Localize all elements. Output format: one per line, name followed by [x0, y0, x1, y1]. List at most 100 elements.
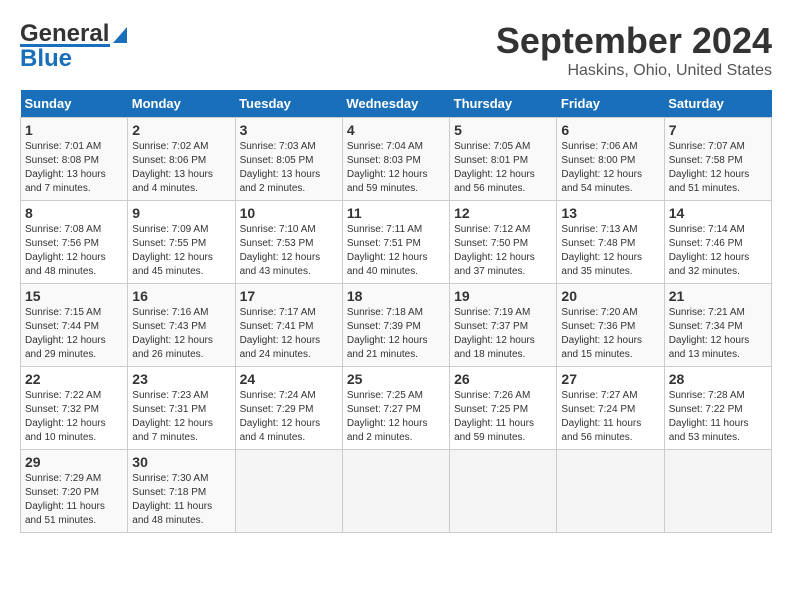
- calendar-table: SundayMondayTuesdayWednesdayThursdayFrid…: [20, 90, 772, 533]
- week-row-3: 15 Sunrise: 7:15 AM Sunset: 7:44 PM Dayl…: [21, 284, 772, 367]
- day-cell-21: 21 Sunrise: 7:21 AM Sunset: 7:34 PM Dayl…: [664, 284, 771, 367]
- day-cell-16: 16 Sunrise: 7:16 AM Sunset: 7:43 PM Dayl…: [128, 284, 235, 367]
- day-detail: Sunrise: 7:28 AM Sunset: 7:22 PM Dayligh…: [669, 389, 767, 445]
- day-detail: Sunrise: 7:07 AM Sunset: 7:58 PM Dayligh…: [669, 140, 767, 196]
- day-number: 24: [240, 371, 338, 387]
- day-number: 6: [561, 122, 659, 138]
- day-cell-17: 17 Sunrise: 7:17 AM Sunset: 7:41 PM Dayl…: [235, 284, 342, 367]
- day-cell-29: 29 Sunrise: 7:29 AM Sunset: 7:20 PM Dayl…: [21, 450, 128, 533]
- day-detail: Sunrise: 7:02 AM Sunset: 8:06 PM Dayligh…: [132, 140, 230, 196]
- day-detail: Sunrise: 7:29 AM Sunset: 7:20 PM Dayligh…: [25, 472, 123, 528]
- day-number: 22: [25, 371, 123, 387]
- day-detail: Sunrise: 7:19 AM Sunset: 7:37 PM Dayligh…: [454, 306, 552, 362]
- day-detail: Sunrise: 7:09 AM Sunset: 7:55 PM Dayligh…: [132, 223, 230, 279]
- day-detail: Sunrise: 7:13 AM Sunset: 7:48 PM Dayligh…: [561, 223, 659, 279]
- day-detail: Sunrise: 7:26 AM Sunset: 7:25 PM Dayligh…: [454, 389, 552, 445]
- day-cell-23: 23 Sunrise: 7:23 AM Sunset: 7:31 PM Dayl…: [128, 367, 235, 450]
- day-number: 7: [669, 122, 767, 138]
- day-number: 3: [240, 122, 338, 138]
- day-cell-10: 10 Sunrise: 7:10 AM Sunset: 7:53 PM Dayl…: [235, 201, 342, 284]
- page-header: General Blue September 2024 Haskins, Ohi…: [20, 20, 772, 80]
- day-cell-1: 1 Sunrise: 7:01 AM Sunset: 8:08 PM Dayli…: [21, 118, 128, 201]
- day-cell-13: 13 Sunrise: 7:13 AM Sunset: 7:48 PM Dayl…: [557, 201, 664, 284]
- day-number: 2: [132, 122, 230, 138]
- day-number: 5: [454, 122, 552, 138]
- day-number: 11: [347, 205, 445, 221]
- day-cell-8: 8 Sunrise: 7:08 AM Sunset: 7:56 PM Dayli…: [21, 201, 128, 284]
- day-number: 23: [132, 371, 230, 387]
- week-row-4: 22 Sunrise: 7:22 AM Sunset: 7:32 PM Dayl…: [21, 367, 772, 450]
- weekday-header-row: SundayMondayTuesdayWednesdayThursdayFrid…: [21, 90, 772, 118]
- day-detail: Sunrise: 7:30 AM Sunset: 7:18 PM Dayligh…: [132, 472, 230, 528]
- day-detail: Sunrise: 7:01 AM Sunset: 8:08 PM Dayligh…: [25, 140, 123, 196]
- weekday-header-monday: Monday: [128, 90, 235, 118]
- day-number: 20: [561, 288, 659, 304]
- day-cell-25: 25 Sunrise: 7:25 AM Sunset: 7:27 PM Dayl…: [342, 367, 449, 450]
- day-number: 26: [454, 371, 552, 387]
- title-section: September 2024 Haskins, Ohio, United Sta…: [496, 20, 772, 80]
- week-row-2: 8 Sunrise: 7:08 AM Sunset: 7:56 PM Dayli…: [21, 201, 772, 284]
- day-cell-14: 14 Sunrise: 7:14 AM Sunset: 7:46 PM Dayl…: [664, 201, 771, 284]
- logo-text-blue: Blue: [20, 45, 72, 73]
- day-number: 21: [669, 288, 767, 304]
- logo-triangle-icon: [109, 23, 131, 45]
- weekday-header-friday: Friday: [557, 90, 664, 118]
- day-detail: Sunrise: 7:11 AM Sunset: 7:51 PM Dayligh…: [347, 223, 445, 279]
- day-cell-26: 26 Sunrise: 7:26 AM Sunset: 7:25 PM Dayl…: [450, 367, 557, 450]
- weekday-header-tuesday: Tuesday: [235, 90, 342, 118]
- day-number: 14: [669, 205, 767, 221]
- weekday-header-sunday: Sunday: [21, 90, 128, 118]
- day-number: 9: [132, 205, 230, 221]
- day-cell-5: 5 Sunrise: 7:05 AM Sunset: 8:01 PM Dayli…: [450, 118, 557, 201]
- day-detail: Sunrise: 7:15 AM Sunset: 7:44 PM Dayligh…: [25, 306, 123, 362]
- day-cell-28: 28 Sunrise: 7:28 AM Sunset: 7:22 PM Dayl…: [664, 367, 771, 450]
- day-number: 8: [25, 205, 123, 221]
- weekday-header-saturday: Saturday: [664, 90, 771, 118]
- empty-cell: [557, 450, 664, 533]
- day-cell-20: 20 Sunrise: 7:20 AM Sunset: 7:36 PM Dayl…: [557, 284, 664, 367]
- day-cell-4: 4 Sunrise: 7:04 AM Sunset: 8:03 PM Dayli…: [342, 118, 449, 201]
- empty-cell: [235, 450, 342, 533]
- day-number: 15: [25, 288, 123, 304]
- day-number: 29: [25, 454, 123, 470]
- day-number: 4: [347, 122, 445, 138]
- day-cell-9: 9 Sunrise: 7:09 AM Sunset: 7:55 PM Dayli…: [128, 201, 235, 284]
- day-detail: Sunrise: 7:08 AM Sunset: 7:56 PM Dayligh…: [25, 223, 123, 279]
- day-number: 17: [240, 288, 338, 304]
- day-number: 1: [25, 122, 123, 138]
- day-detail: Sunrise: 7:05 AM Sunset: 8:01 PM Dayligh…: [454, 140, 552, 196]
- day-cell-27: 27 Sunrise: 7:27 AM Sunset: 7:24 PM Dayl…: [557, 367, 664, 450]
- day-detail: Sunrise: 7:23 AM Sunset: 7:31 PM Dayligh…: [132, 389, 230, 445]
- day-cell-2: 2 Sunrise: 7:02 AM Sunset: 8:06 PM Dayli…: [128, 118, 235, 201]
- day-detail: Sunrise: 7:20 AM Sunset: 7:36 PM Dayligh…: [561, 306, 659, 362]
- day-detail: Sunrise: 7:18 AM Sunset: 7:39 PM Dayligh…: [347, 306, 445, 362]
- day-detail: Sunrise: 7:16 AM Sunset: 7:43 PM Dayligh…: [132, 306, 230, 362]
- weekday-header-thursday: Thursday: [450, 90, 557, 118]
- week-row-5: 29 Sunrise: 7:29 AM Sunset: 7:20 PM Dayl…: [21, 450, 772, 533]
- day-detail: Sunrise: 7:06 AM Sunset: 8:00 PM Dayligh…: [561, 140, 659, 196]
- day-cell-7: 7 Sunrise: 7:07 AM Sunset: 7:58 PM Dayli…: [664, 118, 771, 201]
- day-cell-19: 19 Sunrise: 7:19 AM Sunset: 7:37 PM Dayl…: [450, 284, 557, 367]
- day-detail: Sunrise: 7:04 AM Sunset: 8:03 PM Dayligh…: [347, 140, 445, 196]
- day-detail: Sunrise: 7:10 AM Sunset: 7:53 PM Dayligh…: [240, 223, 338, 279]
- day-cell-15: 15 Sunrise: 7:15 AM Sunset: 7:44 PM Dayl…: [21, 284, 128, 367]
- week-row-1: 1 Sunrise: 7:01 AM Sunset: 8:08 PM Dayli…: [21, 118, 772, 201]
- weekday-header-wednesday: Wednesday: [342, 90, 449, 118]
- day-number: 10: [240, 205, 338, 221]
- day-detail: Sunrise: 7:22 AM Sunset: 7:32 PM Dayligh…: [25, 389, 123, 445]
- day-number: 18: [347, 288, 445, 304]
- day-number: 27: [561, 371, 659, 387]
- location-text: Haskins, Ohio, United States: [496, 62, 772, 80]
- day-number: 25: [347, 371, 445, 387]
- day-number: 13: [561, 205, 659, 221]
- day-cell-11: 11 Sunrise: 7:11 AM Sunset: 7:51 PM Dayl…: [342, 201, 449, 284]
- month-title: September 2024: [496, 20, 772, 62]
- day-detail: Sunrise: 7:12 AM Sunset: 7:50 PM Dayligh…: [454, 223, 552, 279]
- day-cell-24: 24 Sunrise: 7:24 AM Sunset: 7:29 PM Dayl…: [235, 367, 342, 450]
- day-cell-18: 18 Sunrise: 7:18 AM Sunset: 7:39 PM Dayl…: [342, 284, 449, 367]
- day-cell-3: 3 Sunrise: 7:03 AM Sunset: 8:05 PM Dayli…: [235, 118, 342, 201]
- empty-cell: [450, 450, 557, 533]
- day-cell-22: 22 Sunrise: 7:22 AM Sunset: 7:32 PM Dayl…: [21, 367, 128, 450]
- day-detail: Sunrise: 7:27 AM Sunset: 7:24 PM Dayligh…: [561, 389, 659, 445]
- day-detail: Sunrise: 7:14 AM Sunset: 7:46 PM Dayligh…: [669, 223, 767, 279]
